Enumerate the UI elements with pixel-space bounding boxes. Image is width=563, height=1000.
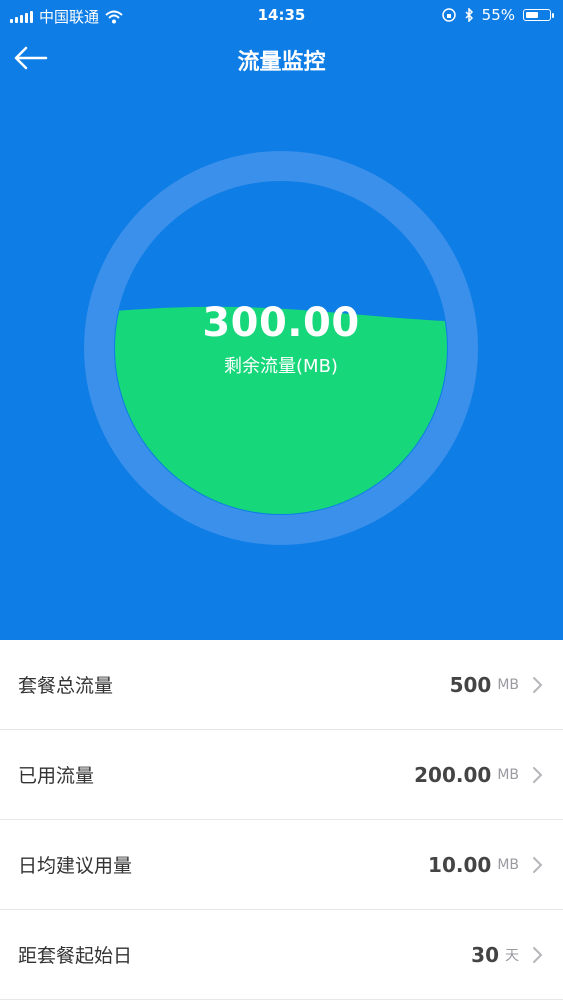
- remaining-value: 300.00: [202, 300, 360, 346]
- chevron-right-icon: [533, 766, 543, 783]
- row-days-from-start[interactable]: 距套餐起始日 30 天: [0, 910, 563, 1000]
- battery-percent: 55%: [481, 6, 515, 24]
- chevron-right-icon: [533, 856, 543, 873]
- row-unit: 天: [505, 947, 519, 964]
- row-label: 套餐总流量: [18, 675, 114, 697]
- row-used-traffic[interactable]: 已用流量 200.00 MB: [0, 730, 563, 820]
- remaining-label: 剩余流量(MB): [224, 356, 338, 377]
- orientation-lock-icon: [441, 8, 456, 22]
- traffic-header: 中国联通 14:35 55% 流量监控 300.00 剩余流量(MB): [0, 0, 563, 640]
- row-unit: MB: [497, 676, 519, 693]
- row-label: 距套餐起始日: [18, 945, 133, 967]
- bluetooth-icon: [465, 8, 473, 22]
- row-daily-suggested[interactable]: 日均建议用量 10.00 MB: [0, 820, 563, 910]
- chevron-right-icon: [533, 946, 543, 963]
- row-label: 已用流量: [18, 765, 95, 787]
- battery-icon: [523, 9, 554, 21]
- nav-bar: 流量监控: [0, 32, 563, 88]
- status-bar: 中国联通 14:35 55%: [0, 0, 563, 32]
- chevron-right-icon: [533, 676, 543, 693]
- status-right: 55%: [441, 6, 554, 24]
- row-value: 500: [449, 672, 492, 697]
- row-total-traffic[interactable]: 套餐总流量 500 MB: [0, 640, 563, 730]
- row-unit: MB: [497, 856, 519, 873]
- row-value: 10.00: [428, 852, 492, 877]
- gauge-readout: 300.00 剩余流量(MB): [83, 300, 479, 378]
- row-label: 日均建议用量: [18, 855, 133, 877]
- page-title: 流量监控: [237, 50, 326, 75]
- row-value: 30: [471, 942, 499, 967]
- row-value: 200.00: [414, 762, 492, 787]
- row-unit: MB: [497, 766, 519, 783]
- traffic-detail-list: 套餐总流量 500 MB 已用流量 200.00 MB 日均建议用量 10.00…: [0, 640, 563, 1000]
- battery-fill: [526, 12, 538, 18]
